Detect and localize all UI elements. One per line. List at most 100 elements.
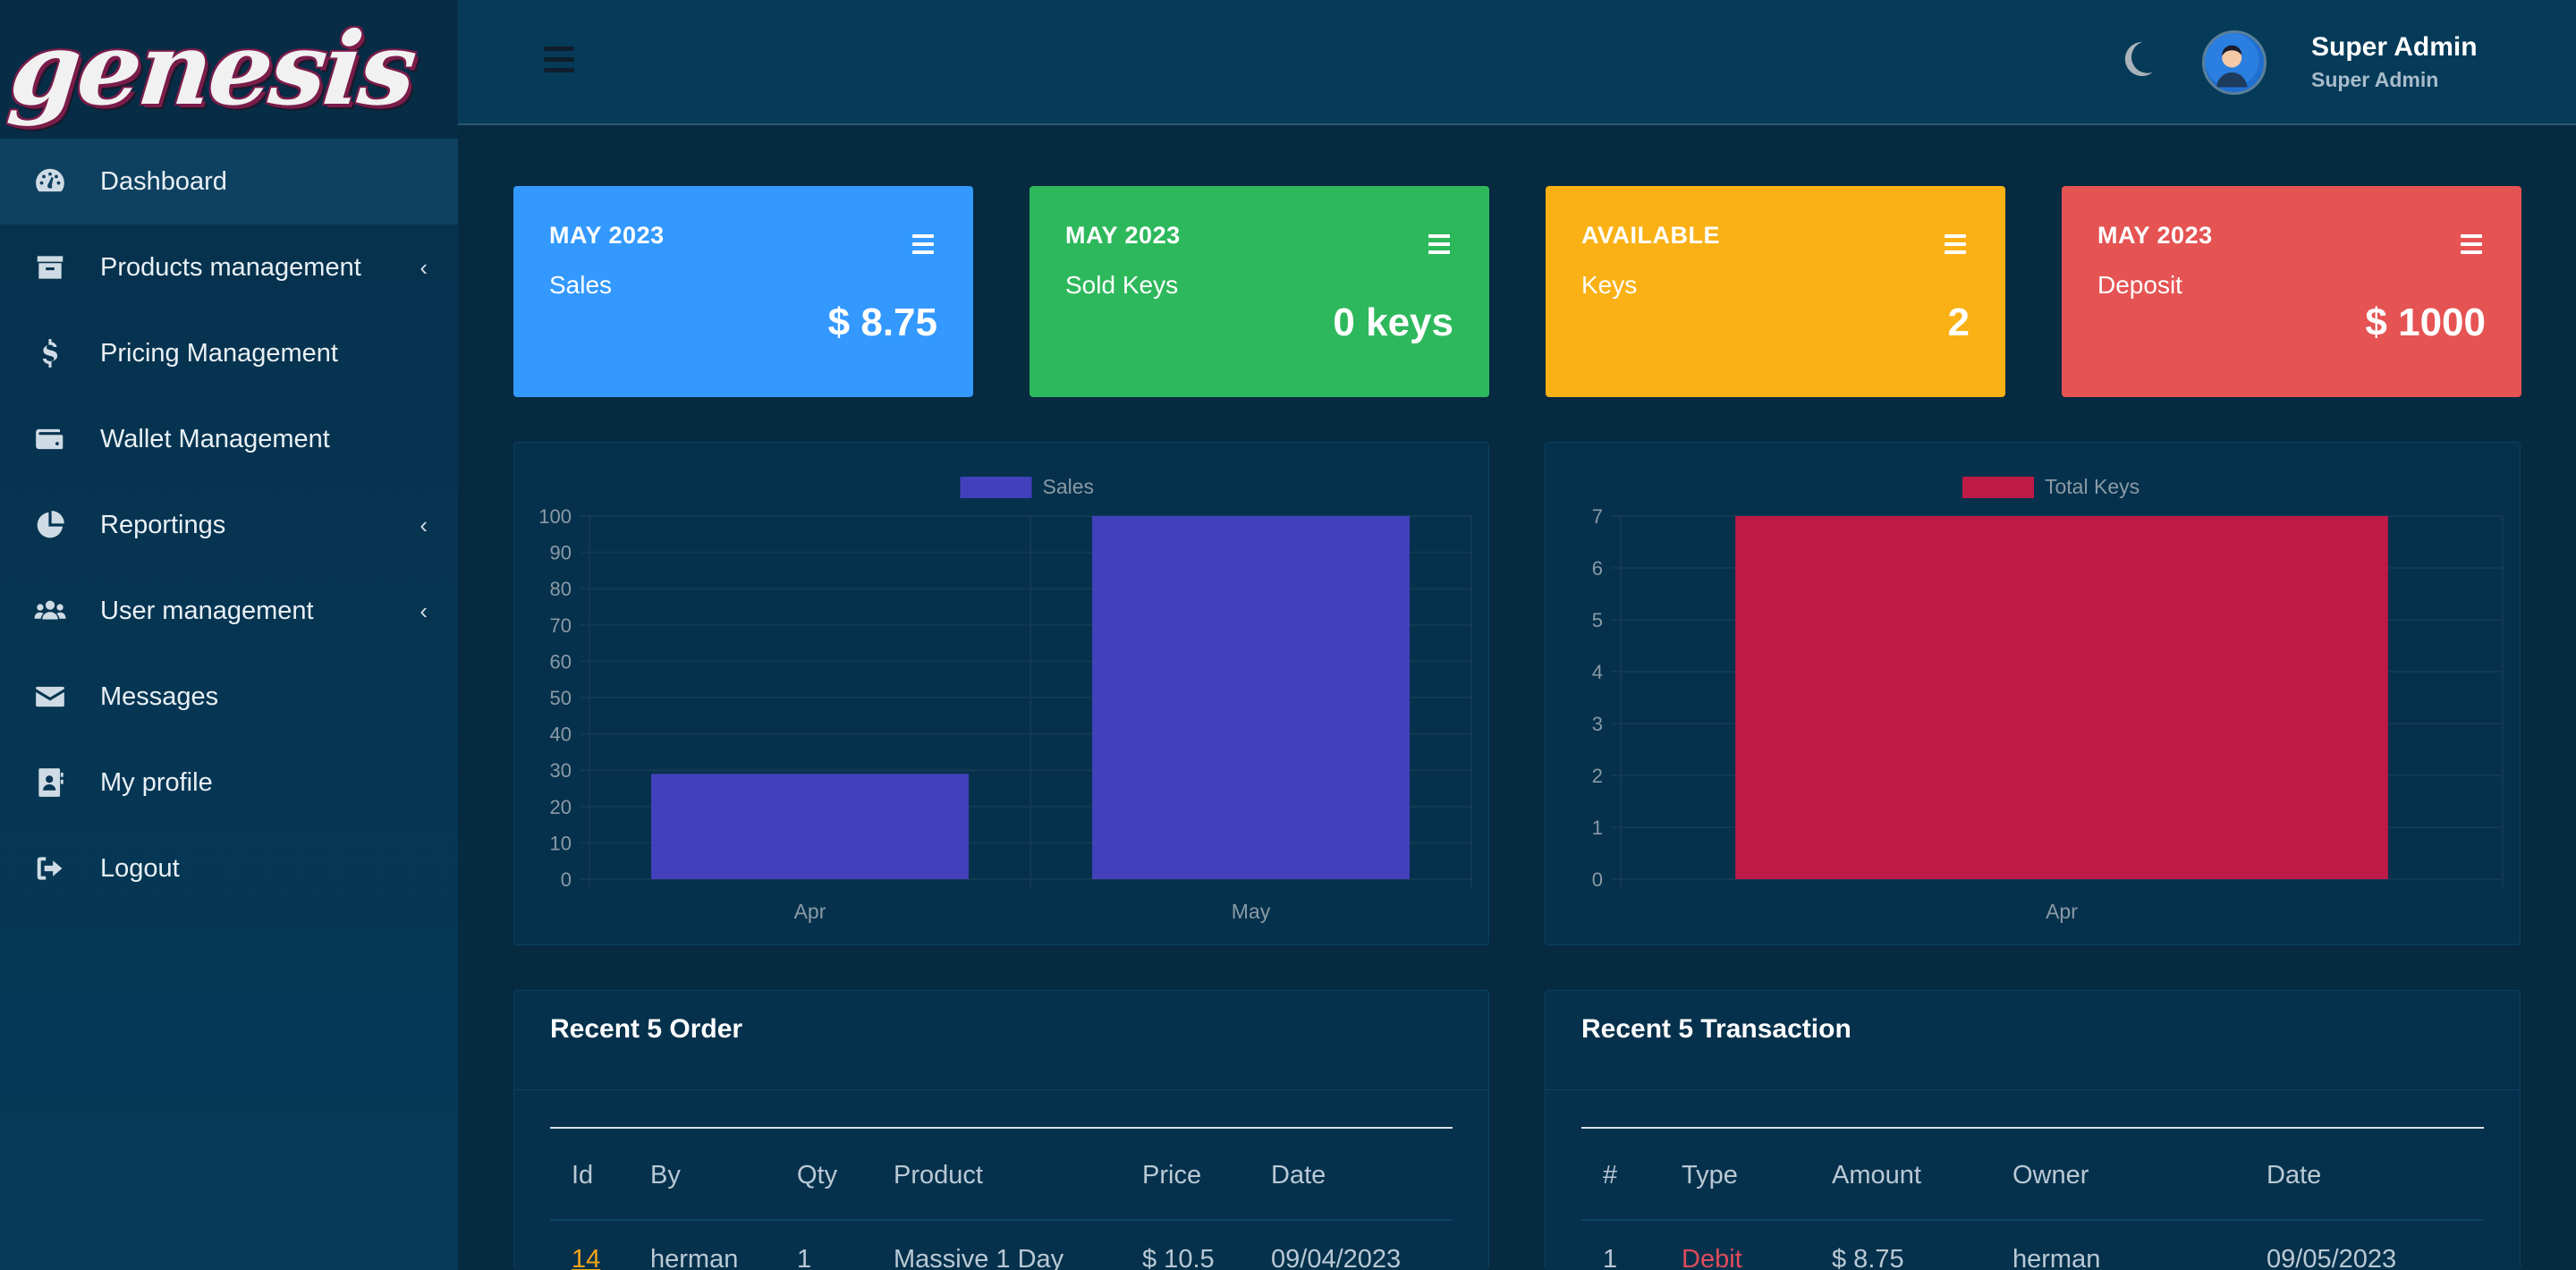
- logout-icon: [32, 851, 68, 886]
- chevron-left-icon: ‹: [419, 511, 428, 538]
- column-header: Date: [2267, 1161, 2322, 1190]
- stat-card-deposit: MAY 2023 Deposit $ 1000: [2062, 186, 2521, 397]
- y-tick-label: 100: [538, 505, 572, 528]
- sidebar-item-products-management[interactable]: Products management ‹: [0, 224, 458, 310]
- bar-may[interactable]: [1092, 516, 1410, 879]
- sidebar-item-label: Logout: [100, 853, 180, 883]
- table-row: 1 Debit $ 8.75 herman 09/05/2023: [1581, 1238, 2484, 1270]
- card-value: $ 1000: [2365, 301, 2486, 344]
- x-tick-label: May: [1232, 900, 1271, 923]
- column-header: Type: [1682, 1161, 1738, 1190]
- y-tick-label: 2: [1592, 765, 1603, 787]
- sidebar-item-label: Messages: [100, 682, 219, 711]
- column-header: Owner: [2012, 1161, 2089, 1190]
- order-by: herman: [650, 1245, 739, 1270]
- wallet-icon: [32, 421, 68, 457]
- dashboard-icon: [32, 164, 68, 199]
- orders-table-header: Id By Qty Product Price Date: [550, 1154, 1453, 1204]
- transaction-owner: herman: [2012, 1245, 2101, 1270]
- user-role: Super Admin: [2311, 68, 2439, 91]
- sidebar-item-label: Reportings: [100, 510, 226, 539]
- y-tick-label: 50: [550, 687, 572, 709]
- chart-legend: Total Keys: [1962, 475, 2140, 498]
- card-label: Sold Keys: [1065, 271, 1179, 299]
- order-product: Massive 1 Day: [894, 1245, 1064, 1270]
- column-header: Date: [1271, 1161, 1326, 1190]
- card-menu-icon[interactable]: [1428, 234, 1450, 258]
- order-date: 09/04/2023: [1271, 1245, 1402, 1270]
- card-menu-icon[interactable]: [2461, 234, 2482, 258]
- transaction-number: 1: [1603, 1245, 1618, 1270]
- y-tick-label: 6: [1592, 557, 1603, 580]
- transactions-table-header: # Type Amount Owner Date: [1581, 1154, 2484, 1204]
- y-tick-label: 80: [550, 578, 572, 600]
- card-period: MAY 2023: [1065, 222, 1181, 249]
- envelope-icon: [32, 679, 68, 715]
- chart-legend: Sales: [960, 475, 1095, 498]
- column-header: Price: [1142, 1161, 1202, 1190]
- dark-mode-toggle-icon[interactable]: [2114, 38, 2157, 80]
- legend-label: Sales: [1043, 475, 1095, 498]
- sidebar-item-wallet-management[interactable]: Wallet Management: [0, 396, 458, 482]
- brand-logo[interactable]: genesis: [0, 0, 458, 139]
- transaction-type: Debit: [1682, 1245, 1742, 1270]
- card-menu-icon[interactable]: [1945, 234, 1966, 258]
- card-period: AVAILABLE: [1581, 222, 1720, 249]
- x-tick-label: Apr: [2046, 900, 2078, 923]
- logo-text: genesis: [4, 10, 419, 128]
- stat-card-sales: MAY 2023 Sales $ 8.75: [513, 186, 973, 397]
- column-header: Product: [894, 1161, 983, 1190]
- sidebar-item-label: My profile: [100, 767, 213, 797]
- y-tick-label: 3: [1592, 713, 1603, 735]
- sidebar-item-user-management[interactable]: User management ‹: [0, 568, 458, 654]
- order-id-link[interactable]: 14: [572, 1245, 600, 1270]
- sales-chart: Sales 0 10 20 30 40 50 60 70 80 90 100 Apr May: [538, 475, 1472, 923]
- column-header: Id: [572, 1161, 594, 1190]
- menu-toggle-icon[interactable]: [544, 47, 574, 77]
- keys-chart-panel: Total Keys 0 1 2 3 4 5 6 7 Apr: [1545, 442, 2521, 945]
- chevron-left-icon: ‹: [419, 253, 428, 281]
- sidebar-item-label: Dashboard: [100, 166, 227, 196]
- column-header: Amount: [1832, 1161, 1921, 1190]
- sidebar-item-logout[interactable]: Logout: [0, 826, 458, 911]
- avatar[interactable]: [2202, 30, 2267, 95]
- users-icon: [32, 593, 68, 629]
- chevron-left-icon: ‹: [419, 597, 428, 624]
- pie-chart-icon: [32, 507, 68, 543]
- card-menu-icon[interactable]: [912, 234, 934, 258]
- card-label: Sales: [549, 271, 613, 299]
- bar-apr[interactable]: [1735, 516, 2388, 879]
- archive-icon: [32, 250, 68, 285]
- y-tick-label: 0: [561, 868, 572, 891]
- card-value: 0 keys: [1333, 301, 1453, 344]
- y-tick-label: 40: [550, 724, 572, 746]
- legend-label: Total Keys: [2045, 475, 2140, 498]
- recent-transactions-title: Recent 5 Transaction: [1581, 1014, 1852, 1044]
- recent-transactions-panel: Recent 5 Transaction # Type Amount Owner…: [1545, 990, 2521, 1270]
- sidebar-item-dashboard[interactable]: Dashboard: [0, 139, 458, 224]
- legend-swatch: [960, 477, 1032, 498]
- sidebar-item-pricing-management[interactable]: Pricing Management: [0, 310, 458, 396]
- table-row: 14 herman 1 Massive 1 Day $ 10.5 09/04/2…: [550, 1238, 1453, 1270]
- sidebar: genesis Dashboard Products management ‹ …: [0, 0, 458, 1270]
- y-tick-label: 0: [1592, 868, 1603, 891]
- stat-card-available-keys: AVAILABLE Keys 2: [1546, 186, 2005, 397]
- sidebar-nav: Dashboard Products management ‹ Pricing …: [0, 139, 458, 911]
- keys-chart: Total Keys 0 1 2 3 4 5 6 7 Apr: [1592, 475, 2504, 923]
- bar-apr[interactable]: [651, 774, 969, 879]
- sidebar-item-my-profile[interactable]: My profile: [0, 740, 458, 826]
- y-tick-label: 10: [550, 832, 572, 854]
- y-tick-label: 60: [550, 650, 572, 673]
- transaction-date: 09/05/2023: [2267, 1245, 2397, 1270]
- card-label: Deposit: [2097, 271, 2182, 299]
- y-tick-label: 4: [1592, 661, 1603, 683]
- transaction-amount: $ 8.75: [1832, 1245, 1904, 1270]
- card-label: Keys: [1581, 271, 1638, 299]
- order-price: $ 10.5: [1142, 1245, 1215, 1270]
- card-period: MAY 2023: [2097, 222, 2213, 249]
- sidebar-item-reportings[interactable]: Reportings ‹: [0, 482, 458, 568]
- dollar-icon: [32, 335, 68, 371]
- sidebar-item-messages[interactable]: Messages: [0, 654, 458, 740]
- card-period: MAY 2023: [549, 222, 665, 249]
- user-name[interactable]: Super Admin: [2311, 32, 2478, 63]
